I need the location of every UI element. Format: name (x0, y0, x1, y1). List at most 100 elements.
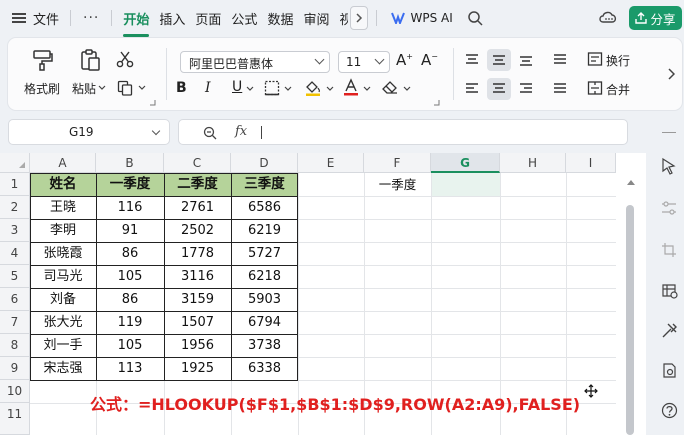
underline-icon[interactable]: U (232, 79, 242, 95)
search-icon[interactable] (467, 10, 483, 26)
align-top-icon[interactable] (465, 53, 479, 67)
tools-icon[interactable] (661, 322, 678, 339)
paste-dropdown-icon[interactable] (98, 85, 106, 91)
paste-label[interactable]: 粘贴 (72, 80, 96, 97)
text-direction-icon[interactable] (553, 53, 567, 67)
cut-icon[interactable] (116, 50, 134, 68)
font-size-select[interactable]: 11 (338, 51, 390, 73)
table-cell[interactable]: 1778 (164, 242, 231, 265)
column-header-h[interactable]: H (500, 153, 566, 173)
table-cell[interactable]: 1956 (164, 334, 231, 357)
select-pointer-icon[interactable] (661, 157, 677, 175)
menu-icon[interactable] (12, 11, 26, 25)
clear-format-dropdown-icon[interactable] (403, 86, 411, 92)
table-header-cell[interactable]: 一季度 (96, 173, 164, 196)
wps-ai-button[interactable]: WPS AI (391, 11, 453, 25)
column-header-c[interactable]: C (164, 153, 231, 173)
column-header-a[interactable]: A (30, 153, 96, 173)
table-cell[interactable]: 张大光 (30, 311, 96, 334)
fill-color-dropdown-icon[interactable] (326, 86, 334, 92)
tab-review[interactable]: 审阅 (298, 9, 334, 28)
table-cell[interactable]: 5727 (231, 242, 298, 265)
copy-icon[interactable] (117, 80, 133, 96)
column-header-d[interactable]: D (231, 153, 298, 173)
table-cell[interactable]: 3116 (164, 265, 231, 288)
tab-insert[interactable]: 插入 (154, 9, 190, 28)
tab-formula[interactable]: 公式 (226, 9, 262, 28)
table-cell[interactable]: 3159 (164, 288, 231, 311)
row-header[interactable]: 8 (0, 334, 30, 357)
adjust-sliders-icon[interactable] (661, 200, 677, 216)
table-cell[interactable]: 6219 (231, 219, 298, 242)
crop-icon[interactable] (661, 242, 677, 258)
table-cell[interactable]: 91 (96, 219, 164, 242)
column-header-f[interactable]: F (364, 153, 431, 173)
merge-cells-icon[interactable] (587, 80, 603, 96)
table-style-icon[interactable] (661, 282, 678, 299)
tab-page[interactable]: 页面 (190, 9, 226, 28)
table-cell[interactable]: 张晓霞 (30, 242, 96, 265)
tab-home[interactable]: 开始 (118, 9, 154, 37)
bold-icon[interactable]: B (176, 80, 187, 96)
table-cell[interactable]: 2761 (164, 196, 231, 219)
select-all-corner[interactable] (0, 153, 30, 173)
table-cell[interactable]: 宋志强 (30, 357, 96, 380)
table-header-cell[interactable]: 三季度 (231, 173, 298, 196)
clipboard-launcher-icon[interactable] (150, 100, 156, 106)
formula-bar[interactable]: fx (178, 119, 628, 145)
table-cell[interactable]: 86 (96, 242, 164, 265)
table-cell[interactable]: 113 (96, 357, 164, 380)
table-cell[interactable]: 105 (96, 265, 164, 288)
table-cell[interactable]: 1925 (164, 357, 231, 380)
table-cell[interactable]: 6586 (231, 196, 298, 219)
font-name-select[interactable]: 阿里巴巴普惠体 (180, 51, 330, 73)
decrease-font-size-icon[interactable]: A− (421, 51, 438, 69)
insert-function-icon[interactable]: fx (235, 124, 247, 139)
font-color-dropdown-icon[interactable] (363, 86, 371, 92)
table-cell[interactable]: 105 (96, 334, 164, 357)
row-header[interactable]: 7 (0, 311, 30, 334)
table-cell[interactable]: 6338 (231, 357, 298, 380)
row-header[interactable]: 2 (0, 196, 30, 219)
cloud-sync-icon[interactable] (598, 9, 618, 25)
table-cell[interactable]: 刘一手 (30, 334, 96, 357)
align-bottom-icon[interactable] (519, 53, 533, 67)
cell-f1[interactable]: 一季度 (364, 173, 431, 196)
name-box[interactable]: G19 (8, 119, 170, 145)
tab-data[interactable]: 数据 (262, 9, 298, 28)
table-cell[interactable]: 司马光 (30, 265, 96, 288)
table-cell[interactable]: 5903 (231, 288, 298, 311)
format-painter-icon[interactable] (31, 48, 55, 72)
scroll-up-icon[interactable] (627, 180, 635, 185)
table-cell[interactable]: 刘备 (30, 288, 96, 311)
row-header[interactable]: 11 (0, 403, 30, 435)
wrap-text-icon[interactable] (587, 51, 603, 67)
table-cell[interactable]: 6794 (231, 311, 298, 334)
table-cell[interactable]: 2502 (164, 219, 231, 242)
table-cell[interactable]: 116 (96, 196, 164, 219)
wrap-text-label[interactable]: 换行 (606, 52, 630, 69)
more-icon[interactable]: ··· (77, 10, 105, 26)
menu-file[interactable]: 文件 (28, 9, 64, 28)
underline-dropdown-icon[interactable] (246, 86, 254, 92)
column-header-i[interactable]: I (566, 153, 616, 173)
table-cell[interactable]: 1507 (164, 311, 231, 334)
table-header-cell[interactable]: 二季度 (164, 173, 231, 196)
spreadsheet-grid[interactable]: A B C D E F G H I 1 2 3 4 5 6 7 8 9 10 1… (0, 153, 616, 435)
justify-icon[interactable] (553, 82, 567, 96)
row-header[interactable]: 3 (0, 219, 30, 242)
tabs-scroll-right-button[interactable] (350, 6, 369, 30)
border-dropdown-icon[interactable] (284, 86, 292, 92)
table-cell[interactable]: 3738 (231, 334, 298, 357)
row-header[interactable]: 10 (0, 380, 30, 403)
table-cell[interactable]: 王晓 (30, 196, 96, 219)
paste-icon[interactable] (78, 48, 102, 72)
italic-icon[interactable]: I (205, 80, 211, 96)
book-icon[interactable] (661, 362, 678, 379)
share-button[interactable]: 分享 (629, 6, 682, 30)
copy-dropdown-icon[interactable] (138, 85, 146, 91)
table-cell[interactable]: 119 (96, 311, 164, 334)
align-right-icon[interactable] (519, 82, 533, 96)
scrollbar-thumb[interactable] (626, 205, 634, 435)
column-header-b[interactable]: B (96, 153, 164, 173)
